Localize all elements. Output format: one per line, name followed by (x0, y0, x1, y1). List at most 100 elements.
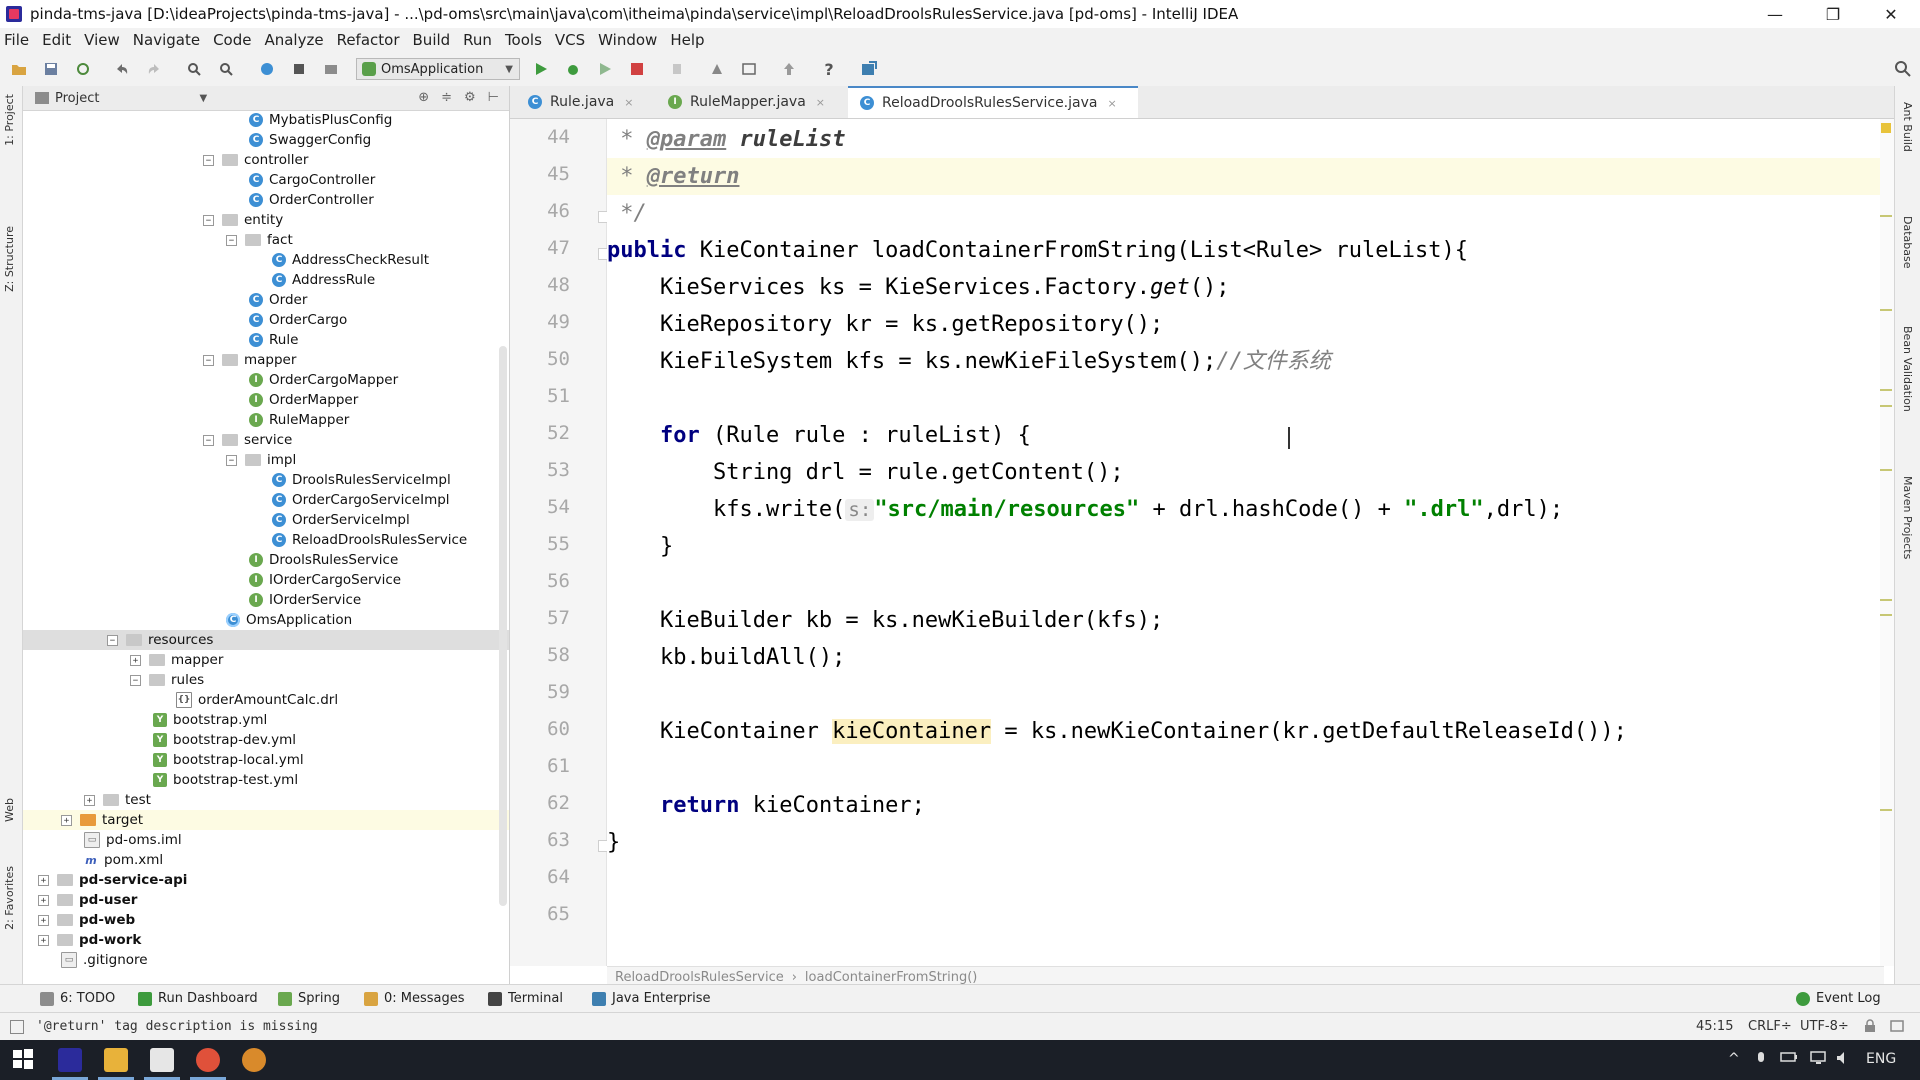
tree-item-droolsrulesserviceimpl[interactable]: C DroolsRulesServiceImpl (23, 470, 509, 490)
jump-to-source-icon[interactable] (860, 60, 878, 78)
replace-icon[interactable] (217, 60, 235, 78)
tree-item-orderserviceimpl[interactable]: C OrderServiceImpl (23, 510, 509, 530)
vcs-update-icon[interactable] (668, 60, 686, 78)
notepad-icon[interactable] (150, 1048, 174, 1072)
menu-help[interactable]: Help (664, 31, 711, 49)
restore-button[interactable]: ❐ (1804, 0, 1862, 28)
tree-item-swaggerconfig[interactable]: C SwaggerConfig (23, 130, 509, 150)
tab-rulemapper-java[interactable]: I RuleMapper.java × (656, 86, 842, 118)
close-tab-icon[interactable]: × (1107, 97, 1116, 110)
tree-item-pd-service-api[interactable]: + pd-service-api (23, 870, 509, 890)
run-dashboard-tool-button[interactable]: Run Dashboard (138, 991, 258, 1006)
input-language[interactable]: ENG (1866, 1051, 1896, 1067)
expand-toggle[interactable]: + (38, 914, 49, 926)
tree-item-ordercargoserviceimpl[interactable]: C OrderCargoServiceImpl (23, 490, 509, 510)
menu-edit[interactable]: Edit (36, 31, 78, 49)
tree-item-target[interactable]: + target (23, 810, 509, 830)
tree-item-pom-xml[interactable]: m pom.xml (23, 850, 509, 870)
close-button[interactable]: ✕ (1862, 0, 1920, 28)
volume-icon[interactable] (1836, 1051, 1852, 1069)
vcs-push-icon[interactable] (780, 60, 798, 78)
collapse-toggle[interactable]: − (203, 354, 214, 366)
tree-item-controller[interactable]: − controller (23, 150, 509, 170)
expand-toggle[interactable]: + (38, 874, 49, 886)
tree-item-bootstrap-yml[interactable]: Ybootstrap.yml (23, 710, 509, 730)
structure-tool-button[interactable]: Z: Structure (3, 226, 16, 292)
menu-view[interactable]: View (78, 31, 127, 49)
tree-item-ordercargomapper[interactable]: I OrderCargoMapper (23, 370, 509, 390)
warning-mark[interactable] (1880, 599, 1892, 601)
sync-icon[interactable] (74, 60, 92, 78)
tree-item-pd-oms-iml[interactable]: ▭ pd-oms.iml (23, 830, 509, 850)
tree-item-gitignore[interactable]: ▭ .gitignore (23, 950, 509, 970)
tree-item-omsapplication[interactable]: C OmsApplication (23, 610, 509, 630)
tree-item-bootstrap-dev-yml[interactable]: Ybootstrap-dev.yml (23, 730, 509, 750)
tree-item-bootstrap-local-yml[interactable]: Ybootstrap-local.yml (23, 750, 509, 770)
java-enterprise-tool-button[interactable]: Java Enterprise (592, 991, 710, 1006)
run-with-coverage-icon[interactable] (596, 60, 614, 78)
search-everywhere-icon[interactable] (1894, 60, 1912, 78)
intellij-taskbar-icon[interactable] (58, 1048, 82, 1072)
tree-item-addressrule[interactable]: C AddressRule (23, 270, 509, 290)
tree-item-iordercargoservice[interactable]: I IOrderCargoService (23, 570, 509, 590)
tree-item-test[interactable]: + test (23, 790, 509, 810)
warning-mark[interactable] (1880, 389, 1892, 391)
tree-item-mapper[interactable]: − mapper (23, 350, 509, 370)
undo-icon[interactable] (113, 60, 131, 78)
tab-reloaddroolsrulesservice-java[interactable]: C ReloadDroolsRulesService.java × (848, 86, 1138, 118)
menu-window[interactable]: Window (592, 31, 664, 49)
maven-projects-tool-button[interactable]: Maven Projects (1901, 476, 1914, 559)
menu-file[interactable]: File (0, 31, 36, 49)
tree-item-mybatisplusconfig[interactable]: C MybatisPlusConfig (23, 110, 509, 130)
ant-build-tool-button[interactable]: Ant Build (1901, 102, 1914, 152)
menu-code[interactable]: Code (207, 31, 258, 49)
open-folder-icon[interactable] (10, 60, 28, 78)
breadcrumb-method[interactable]: loadContainerFromString() (805, 970, 977, 985)
tree-item-impl[interactable]: − impl (23, 450, 509, 470)
windows-start-icon[interactable] (12, 1048, 36, 1072)
menu-run[interactable]: Run (457, 31, 499, 49)
microphone-icon[interactable] (1756, 1051, 1766, 1071)
close-tab-icon[interactable]: × (816, 96, 825, 109)
tree-item-reloaddroolsrulesservice[interactable]: C ReloadDroolsRulesService (23, 530, 509, 550)
tree-item-bootstrap-test-yml[interactable]: Ybootstrap-test.yml (23, 770, 509, 790)
database-tool-button[interactable]: Database (1901, 216, 1914, 269)
warning-mark[interactable] (1880, 469, 1892, 471)
expand-toggle[interactable]: + (38, 934, 49, 946)
messages-tool-button[interactable]: 0: Messages (364, 991, 465, 1006)
menu-vcs[interactable]: VCS (549, 31, 592, 49)
line-separator[interactable]: CRLF÷ (1748, 1019, 1792, 1034)
tree-item-orderamountcalc-drl[interactable]: {} orderAmountCalc.drl (23, 690, 509, 710)
collapse-toggle[interactable]: − (203, 434, 214, 446)
tree-item-rulemapper[interactable]: I RuleMapper (23, 410, 509, 430)
editor-gutter[interactable]: 44 45 46 47 48 49 50 51 52 53 54 55 56 5… (510, 119, 612, 966)
menu-tools[interactable]: Tools (499, 31, 549, 49)
error-stripe[interactable] (1880, 119, 1894, 966)
battery-icon[interactable] (1780, 1051, 1798, 1067)
tree-item-pd-user[interactable]: + pd-user (23, 890, 509, 910)
lock-icon[interactable] (1864, 1019, 1876, 1037)
tree-item-order[interactable]: C Order (23, 290, 509, 310)
save-icon[interactable] (42, 60, 60, 78)
menu-analyze[interactable]: Analyze (258, 31, 330, 49)
todo-tool-button[interactable]: 6: TODO (40, 991, 115, 1006)
collapse-all-icon[interactable]: ≑ (441, 90, 452, 105)
find-icon[interactable] (185, 60, 203, 78)
tray-chevron-icon[interactable]: ^ (1728, 1051, 1740, 1067)
bean-validation-tool-button[interactable]: Bean Validation (1901, 326, 1914, 412)
toggle-tool-windows-icon[interactable] (10, 1020, 24, 1034)
sdk-settings-icon[interactable] (740, 60, 758, 78)
warning-mark[interactable] (1880, 809, 1892, 811)
stop-icon[interactable] (628, 60, 646, 78)
project-structure-icon[interactable] (708, 60, 726, 78)
chevron-down-icon[interactable]: ▼ (199, 93, 207, 104)
file-explorer-icon[interactable] (104, 1048, 128, 1072)
code-editor[interactable]: * @param ruleList * @return */ public Ki… (607, 119, 1884, 966)
tree-item-droolsrulesservice[interactable]: I DroolsRulesService (23, 550, 509, 570)
breadcrumb-class[interactable]: ReloadDroolsRulesService (615, 970, 784, 985)
tree-item-fact[interactable]: − fact (23, 230, 509, 250)
collapse-toggle[interactable]: − (107, 634, 118, 646)
collapse-toggle[interactable]: − (203, 214, 214, 226)
scroll-from-source-icon[interactable]: ⊕ (418, 90, 429, 105)
run-icon[interactable] (532, 60, 550, 78)
